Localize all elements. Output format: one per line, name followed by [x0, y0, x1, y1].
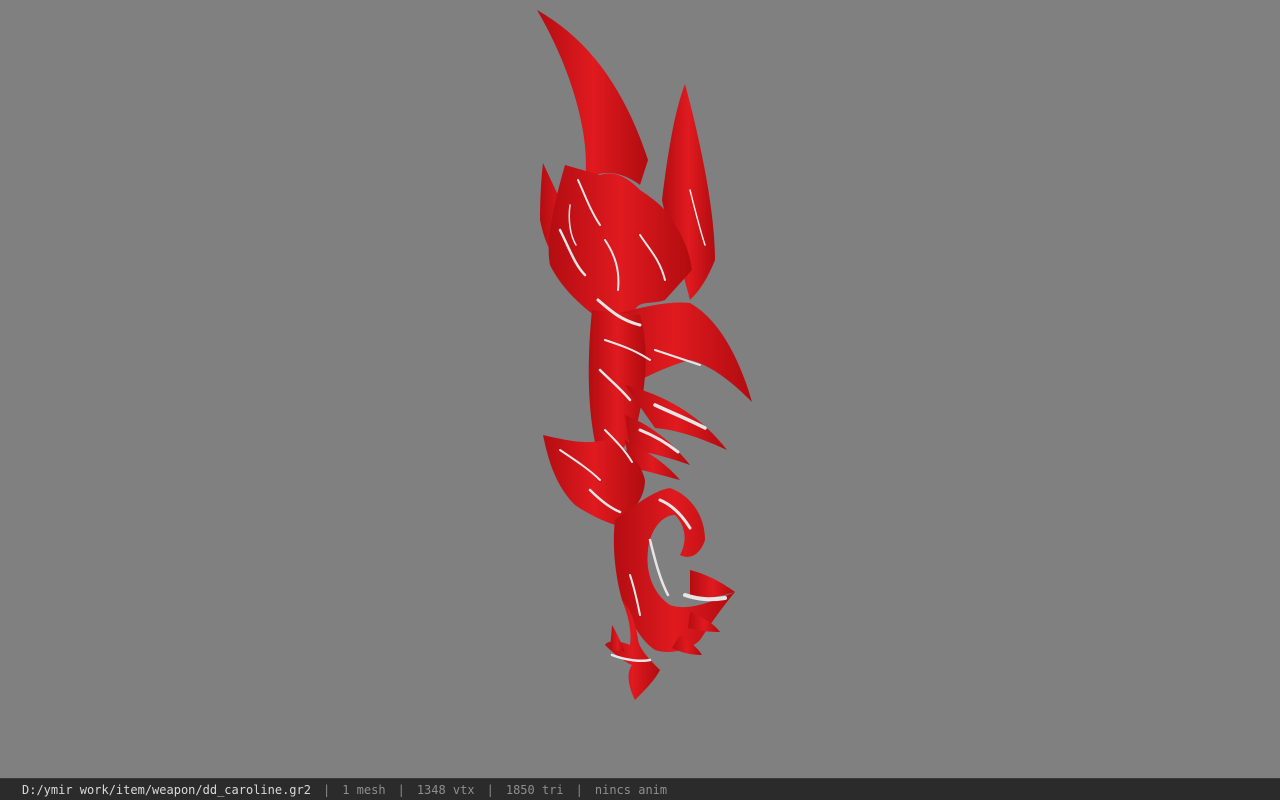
separator: | — [486, 782, 494, 797]
status-bar: D:/ymir work/item/weapon/dd_caroline.gr2… — [0, 778, 1280, 800]
pommel-spike-left — [610, 625, 625, 652]
vertex-count: 1348 vtx — [416, 782, 475, 797]
separator: | — [575, 782, 583, 797]
triangle-count: 1850 tri — [505, 782, 564, 797]
3d-viewport[interactable] — [0, 0, 1280, 778]
file-path: D:/ymir work/item/weapon/dd_caroline.gr2 — [22, 782, 311, 797]
animation-status: nincs anim — [594, 782, 668, 797]
blade-spike-top-left — [537, 10, 648, 185]
separator: | — [397, 782, 405, 797]
mesh-count: 1 mesh — [342, 782, 386, 797]
weapon-model — [537, 10, 752, 700]
guard-spike-1 — [690, 570, 735, 598]
separator: | — [322, 782, 331, 797]
